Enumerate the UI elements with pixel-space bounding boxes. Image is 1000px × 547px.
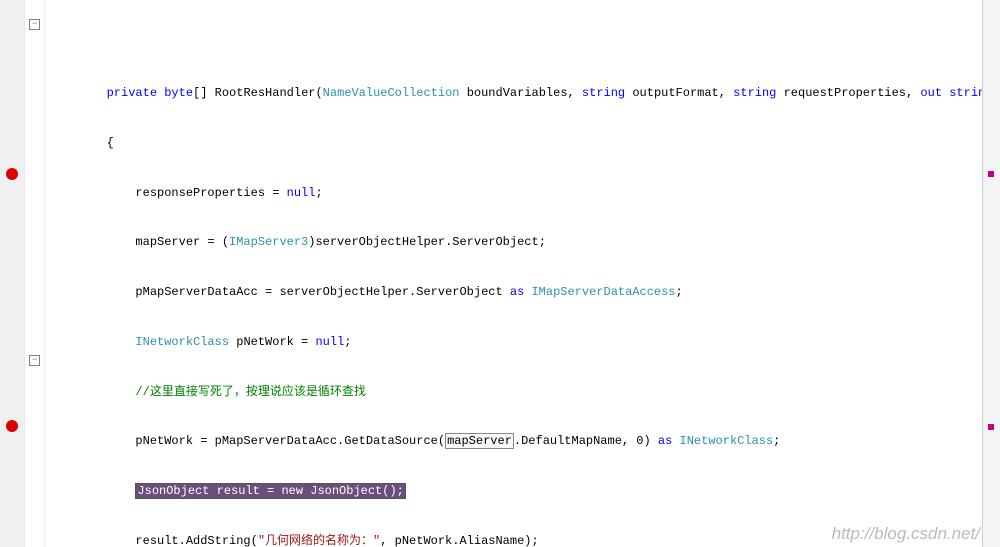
- breakpoint-highlight: JsonObject result = new JsonObject();: [135, 483, 405, 499]
- code-area[interactable]: private byte[] RootResHandler(NameValueC…: [45, 0, 1000, 547]
- code-line[interactable]: pNetWork = pMapServerDataAcc.GetDataSour…: [49, 433, 1000, 450]
- code-line[interactable]: responseProperties = null;: [49, 185, 1000, 202]
- breakpoint-1[interactable]: [6, 168, 18, 180]
- scrollbar[interactable]: [982, 0, 1000, 547]
- code-line[interactable]: result.AddString("几何网络的名称为：", pNetWork.A…: [49, 533, 1000, 547]
- breakpoint-2[interactable]: [6, 420, 18, 432]
- breakpoint-gutter[interactable]: [0, 0, 25, 547]
- code-line[interactable]: pMapServerDataAcc = serverObjectHelper.S…: [49, 284, 1000, 301]
- scroll-marker: [988, 171, 994, 177]
- fold-toggle-2[interactable]: −: [29, 355, 40, 366]
- fold-toggle-1[interactable]: −: [29, 19, 40, 30]
- code-line[interactable]: JsonObject result = new JsonObject();: [49, 483, 1000, 500]
- code-line[interactable]: {: [49, 135, 1000, 152]
- code-line[interactable]: //这里直接写死了，按理说应该是循环查找: [49, 384, 1000, 401]
- code-line[interactable]: private byte[] RootResHandler(NameValueC…: [49, 85, 1000, 102]
- symbol-highlight: mapServer: [445, 433, 514, 449]
- code-line[interactable]: INetworkClass pNetWork = null;: [49, 334, 1000, 351]
- scroll-marker: [988, 424, 994, 430]
- fold-gutter[interactable]: − −: [25, 0, 45, 547]
- code-line[interactable]: mapServer = (IMapServer3)serverObjectHel…: [49, 234, 1000, 251]
- code-editor: − − private byte[] RootResHandler(NameVa…: [0, 0, 1000, 547]
